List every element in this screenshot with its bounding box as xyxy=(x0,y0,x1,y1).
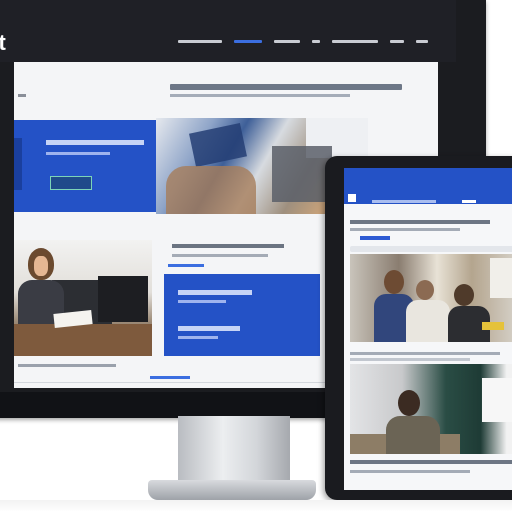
desktop-nav-item[interactable] xyxy=(332,40,378,43)
tablet-nav[interactable] xyxy=(372,200,436,203)
article-title[interactable] xyxy=(172,244,284,248)
photo-yellow-object xyxy=(482,322,504,330)
promo-subtitle xyxy=(178,300,226,303)
photo-person-2-head xyxy=(416,280,434,300)
tablet-nav-item[interactable] xyxy=(462,200,476,203)
tablet-screen xyxy=(344,168,512,490)
tablet-category-tag[interactable] xyxy=(360,236,390,240)
hero-cta-button[interactable] xyxy=(50,176,92,190)
page-headline xyxy=(170,84,402,90)
photo-person-3-head xyxy=(454,284,474,306)
tablet-header xyxy=(344,168,512,204)
tablet-office-photo[interactable] xyxy=(350,364,512,454)
desktop-nav-item[interactable] xyxy=(234,40,262,43)
hero-accent xyxy=(14,138,22,190)
tablet-caption-title[interactable] xyxy=(350,460,512,464)
photo-desk xyxy=(14,324,152,356)
hero-title xyxy=(46,140,144,145)
desktop-nav-item[interactable] xyxy=(390,40,404,43)
photo-table xyxy=(166,166,256,214)
desktop-nav-item[interactable] xyxy=(178,40,222,43)
monitor-stand-base xyxy=(148,480,316,500)
promo-title-2 xyxy=(178,326,240,331)
tablet-article-text-2 xyxy=(350,358,470,361)
article-summary xyxy=(172,254,268,257)
promo-card[interactable] xyxy=(164,274,320,356)
promo-title xyxy=(178,290,252,295)
tablet-search-input[interactable] xyxy=(350,246,512,252)
tablet-page-title xyxy=(350,220,490,224)
brand-logo-icon[interactable]: ut xyxy=(0,30,6,56)
photo-person-1-head xyxy=(384,270,404,294)
photo-person-body xyxy=(386,416,440,454)
tablet-caption-text xyxy=(350,470,470,473)
photo-person-head xyxy=(398,390,420,416)
photo-object xyxy=(189,122,247,168)
photo-person-face xyxy=(34,256,48,276)
tablet-page-subtitle xyxy=(350,228,460,231)
floor-shadow xyxy=(0,500,512,512)
hero-banner xyxy=(14,120,162,212)
read-more-link[interactable] xyxy=(168,264,204,267)
monitor-stand-neck xyxy=(178,416,290,486)
promo-subtitle-2 xyxy=(178,336,218,339)
page-subheadline xyxy=(170,94,350,97)
photo-shelf xyxy=(490,258,512,298)
footer-link[interactable] xyxy=(150,376,190,379)
desktop-top-bar: ut xyxy=(0,0,456,62)
device-mockup-scene: ut xyxy=(0,0,512,512)
photo-person-2 xyxy=(406,300,450,342)
desktop-nav-item[interactable] xyxy=(274,40,300,43)
person-at-desk-photo[interactable] xyxy=(14,240,152,356)
desktop-nav-item[interactable] xyxy=(416,40,428,43)
hero-subtitle xyxy=(46,152,110,155)
sidebar-text xyxy=(18,94,26,97)
desktop-nav xyxy=(178,40,428,43)
photo-equipment xyxy=(272,146,332,202)
footer-text xyxy=(18,364,116,367)
tablet-brand-logo-icon[interactable] xyxy=(348,194,356,202)
photo-monitor-2 xyxy=(98,276,148,322)
desktop-nav-item[interactable] xyxy=(312,40,320,43)
tablet-team-photo[interactable] xyxy=(350,254,512,342)
tablet-article-text xyxy=(350,352,500,355)
photo-sign xyxy=(482,378,512,422)
